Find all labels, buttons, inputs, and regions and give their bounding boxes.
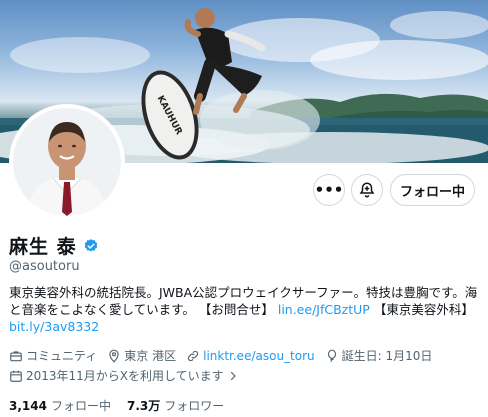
meta-location: 東京 港区	[107, 347, 176, 364]
avatar[interactable]	[9, 104, 125, 220]
followers-count[interactable]: 7.3万 フォロワー	[127, 397, 224, 414]
followers-number: 7.3万	[126, 399, 161, 413]
joined-label: 2013年11月からXを利用しています	[26, 369, 224, 383]
profile-meta: コミュニティ 東京 港区 linktr.ee/asou_toru 誕生日: 1月…	[9, 347, 442, 364]
more-button[interactable]: •••	[313, 174, 345, 206]
meta-category: コミュニティ	[9, 347, 97, 364]
balloon-icon	[327, 349, 336, 362]
meta-birthday: 誕生日: 1月10日	[325, 347, 433, 364]
briefcase-icon	[10, 350, 22, 361]
bio-link-lineee[interactable]: lin.ee/JfCBztUP	[278, 302, 370, 317]
following-count[interactable]: 3,144 フォロー中	[9, 397, 111, 414]
handle: @asoutoru	[9, 259, 80, 274]
meta-joined[interactable]: 2013年11月からXを利用しています	[9, 367, 239, 384]
display-name: 麻生 泰	[9, 236, 77, 258]
following-number: 3,144	[9, 399, 47, 413]
followers-label: フォロワー	[164, 399, 225, 413]
category-label: コミュニティ	[26, 349, 98, 363]
website-link[interactable]: linktr.ee/asou_toru	[203, 349, 315, 363]
bio-link-bitly[interactable]: bit.ly/3av8332	[9, 319, 99, 334]
name-row: 麻生 泰	[9, 232, 99, 259]
verified-badge-icon[interactable]	[83, 238, 99, 254]
bell-plus-icon	[359, 182, 375, 198]
location-label: 東京 港区	[124, 349, 177, 363]
meta-website[interactable]: linktr.ee/asou_toru	[186, 349, 315, 363]
profile-meta-joined: 2013年11月からXを利用しています	[9, 367, 249, 384]
subscribe-button[interactable]	[351, 174, 383, 206]
follow-counts: 3,144 フォロー中 7.3万 フォロワー	[9, 397, 240, 414]
bio-text-2: 【東京美容外科】	[373, 302, 474, 317]
link-icon	[188, 350, 199, 361]
birthday-label: 誕生日: 1月10日	[341, 349, 433, 363]
bio: 東京美容外科の統括院長。JWBA公認プロウェイクサーファー。特技は豊胸です。海と…	[9, 284, 483, 335]
chevron-right-icon	[230, 371, 236, 380]
calendar-icon	[10, 370, 22, 382]
following-label: フォロー中	[50, 399, 111, 413]
following-button[interactable]: フォロー中	[390, 174, 475, 206]
location-pin-icon	[109, 349, 119, 363]
